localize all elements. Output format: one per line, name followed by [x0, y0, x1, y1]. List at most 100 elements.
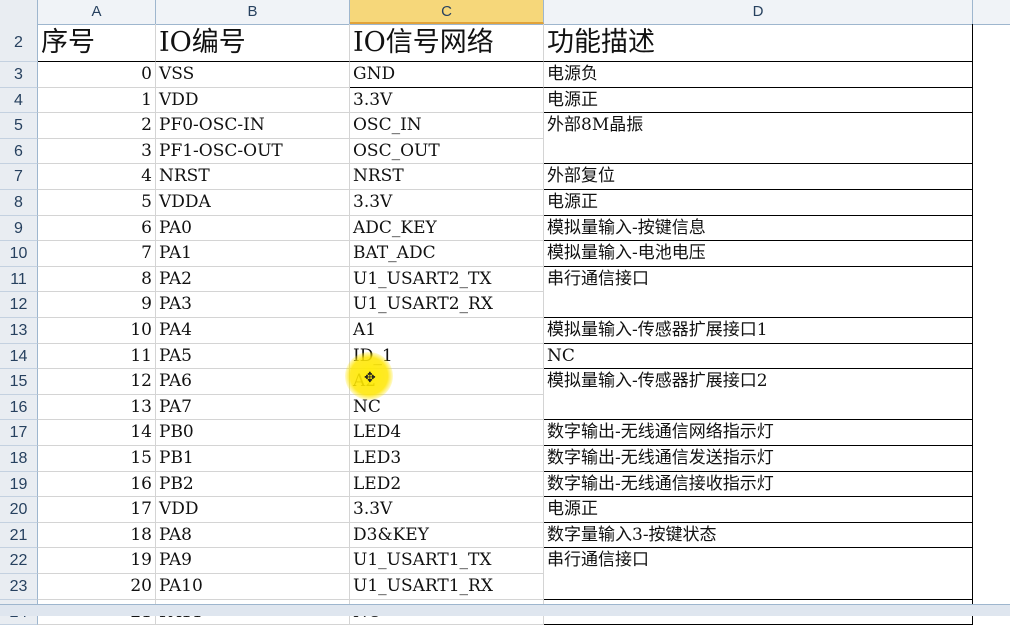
function-cell[interactable]: 串行通信接口 [544, 548, 973, 574]
signal-net-cell[interactable]: ADC_KEY [350, 215, 544, 242]
index-cell[interactable]: 15 [38, 446, 156, 472]
sheet-tab-bar[interactable] [0, 604, 1010, 616]
signal-net-cell[interactable]: U1_USART2_RX [350, 292, 544, 318]
signal-net-cell[interactable]: U1_USART1_RX [350, 574, 544, 600]
row-header-10[interactable]: 10 [0, 241, 38, 267]
signal-net-cell[interactable]: U1_USART2_TX [350, 266, 544, 293]
function-cell[interactable]: 电源负 [544, 62, 973, 88]
signal-net-cell[interactable]: D3&KEY [350, 522, 544, 549]
signal-net-cell[interactable]: A1 [350, 318, 544, 344]
io-name-cell[interactable]: PB2 [156, 471, 350, 498]
signal-net-cell[interactable]: 3.3V [350, 497, 544, 523]
io-name-cell[interactable]: PA3 [156, 292, 350, 318]
io-name-cell[interactable]: PA8 [156, 522, 350, 549]
io-name-cell[interactable]: PA2 [156, 266, 350, 293]
signal-net-cell[interactable]: OSC_IN [350, 113, 544, 139]
signal-net-cell[interactable]: OSC_OUT [350, 138, 544, 165]
signal-net-cell[interactable]: NC [350, 394, 544, 421]
io-name-cell[interactable]: PA1 [156, 241, 350, 267]
row-header-6[interactable]: 6 [0, 138, 38, 165]
index-cell[interactable]: 10 [38, 318, 156, 344]
function-cell[interactable]: 电源正 [544, 497, 973, 523]
io-name-cell[interactable]: VSS [156, 62, 350, 88]
row-header-5[interactable]: 5 [0, 113, 38, 139]
row-header-18[interactable]: 18 [0, 446, 38, 472]
io-name-cell[interactable]: PB1 [156, 446, 350, 472]
index-cell[interactable]: 7 [38, 241, 156, 267]
column-header-d[interactable]: D [544, 0, 973, 24]
index-cell[interactable]: 16 [38, 471, 156, 498]
row-header-23[interactable]: 23 [0, 574, 38, 600]
io-name-cell[interactable]: VDD [156, 497, 350, 523]
row-header-15[interactable]: 15 [0, 369, 38, 395]
io-name-cell[interactable]: PA6 [156, 369, 350, 395]
index-cell[interactable]: 13 [38, 394, 156, 421]
io-name-cell[interactable]: VDD [156, 87, 350, 114]
io-name-cell[interactable]: VDDA [156, 190, 350, 216]
function-cell[interactable]: 模拟量输入-按键信息 [544, 215, 973, 242]
signal-net-cell[interactable]: LED4 [350, 420, 544, 446]
io-name-cell[interactable]: PA9 [156, 548, 350, 574]
row-header-16[interactable]: 16 [0, 394, 38, 421]
index-cell[interactable]: 4 [38, 164, 156, 190]
row-header-12[interactable]: 12 [0, 292, 38, 318]
function-cell[interactable]: 模拟量输入-传感器扩展接口2 [544, 369, 973, 395]
row-header-19[interactable]: 19 [0, 471, 38, 498]
row-header-9[interactable]: 9 [0, 215, 38, 242]
row-header-21[interactable]: 21 [0, 522, 38, 549]
function-cell[interactable]: 数字量输入3-按键状态 [544, 522, 973, 549]
io-name-cell[interactable]: PB0 [156, 420, 350, 446]
function-cell[interactable]: 数字输出-无线通信接收指示灯 [544, 471, 973, 498]
row-header-17[interactable]: 17 [0, 420, 38, 446]
index-cell[interactable]: 6 [38, 215, 156, 242]
index-cell[interactable]: 8 [38, 266, 156, 293]
io-name-cell[interactable]: PA0 [156, 215, 350, 242]
index-cell[interactable]: 3 [38, 138, 156, 165]
signal-net-cell[interactable]: NRST [350, 164, 544, 190]
function-cell[interactable]: 串行通信接口 [544, 266, 973, 293]
signal-net-cell[interactable]: LED2 [350, 471, 544, 498]
signal-net-cell[interactable]: U1_USART1_TX [350, 548, 544, 574]
column-header-a[interactable]: A [38, 0, 156, 24]
index-cell[interactable]: 5 [38, 190, 156, 216]
signal-net-cell[interactable]: 3.3V [350, 190, 544, 216]
index-cell[interactable]: 11 [38, 343, 156, 370]
io-name-cell[interactable]: PA5 [156, 343, 350, 370]
io-name-cell[interactable]: PF1-OSC-OUT [156, 138, 350, 165]
row-header-20[interactable]: 20 [0, 497, 38, 523]
function-cell[interactable]: NC [544, 343, 973, 370]
function-cell[interactable] [544, 138, 973, 165]
index-cell[interactable]: 17 [38, 497, 156, 523]
io-name-cell[interactable]: PA7 [156, 394, 350, 421]
function-cell[interactable]: 数字输出-无线通信发送指示灯 [544, 446, 973, 472]
index-cell[interactable]: 9 [38, 292, 156, 318]
signal-net-cell[interactable]: LED3 [350, 446, 544, 472]
index-cell[interactable]: 12 [38, 369, 156, 395]
header-cell-b[interactable]: IO编号 [156, 24, 350, 62]
header-cell-c[interactable]: IO信号网络 [350, 24, 544, 62]
row-header-11[interactable]: 11 [0, 266, 38, 293]
row-header-13[interactable]: 13 [0, 318, 38, 344]
function-cell[interactable]: 外部8M晶振 [544, 113, 973, 139]
row-header-4[interactable]: 4 [0, 87, 38, 114]
index-cell[interactable]: 2 [38, 113, 156, 139]
function-cell[interactable] [544, 292, 973, 318]
index-cell[interactable]: 14 [38, 420, 156, 446]
signal-net-cell[interactable]: GND [350, 62, 544, 88]
function-cell[interactable] [544, 574, 973, 600]
row-header-3[interactable]: 3 [0, 62, 38, 88]
function-cell[interactable] [544, 394, 973, 421]
row-header-14[interactable]: 14 [0, 343, 38, 370]
index-cell[interactable]: 19 [38, 548, 156, 574]
row-header-7[interactable]: 7 [0, 164, 38, 190]
function-cell[interactable]: 模拟量输入-传感器扩展接口1 [544, 318, 973, 344]
row-header-8[interactable]: 8 [0, 190, 38, 216]
row-header-22[interactable]: 22 [0, 548, 38, 574]
signal-net-cell[interactable]: 3.3V [350, 87, 544, 114]
function-cell[interactable]: 外部复位 [544, 164, 973, 190]
function-cell[interactable]: 电源正 [544, 190, 973, 216]
io-name-cell[interactable]: PF0-OSC-IN [156, 113, 350, 139]
function-cell[interactable]: 数字输出-无线通信网络指示灯 [544, 420, 973, 446]
io-name-cell[interactable]: PA4 [156, 318, 350, 344]
header-cell-d[interactable]: 功能描述 [544, 24, 973, 62]
